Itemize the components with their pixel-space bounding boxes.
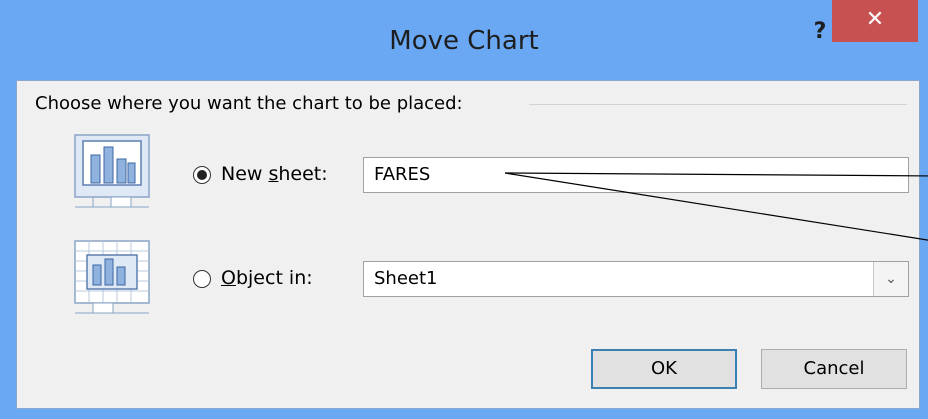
label-text: heet: — [278, 163, 328, 185]
new-sheet-label[interactable]: New sheet: — [221, 163, 328, 185]
object-in-sheet-select[interactable]: Sheet1 ⌄ — [363, 261, 909, 297]
ok-button[interactable]: OK — [591, 349, 737, 389]
close-icon: ✕ — [865, 7, 885, 32]
accelerator-key: s — [268, 163, 279, 185]
object-in-label[interactable]: Object in: — [221, 267, 313, 289]
accelerator-key: O — [221, 267, 236, 289]
help-button[interactable]: ? — [808, 18, 832, 46]
placement-prompt: Choose where you want the chart to be pl… — [35, 93, 463, 114]
move-chart-dialog: Move Chart ? ✕ Choose where you want the… — [0, 0, 928, 419]
new-sheet-name-input[interactable]: FARES — [363, 157, 909, 193]
chevron-down-icon[interactable]: ⌄ — [873, 262, 908, 296]
group-divider — [529, 104, 907, 105]
title-bar[interactable]: Move Chart ? ✕ — [0, 0, 928, 80]
radio-selected-dot — [197, 170, 207, 180]
new-sheet-radio[interactable] — [193, 166, 211, 184]
label-text: bject in: — [235, 267, 313, 289]
object-in-radio[interactable] — [193, 270, 211, 288]
dialog-title: Move Chart — [389, 26, 539, 56]
object-in-chart-icon — [74, 240, 150, 314]
cancel-button[interactable]: Cancel — [761, 349, 907, 389]
selected-sheet-value: Sheet1 — [374, 268, 438, 289]
close-button[interactable]: ✕ — [832, 0, 918, 42]
new-sheet-chart-icon — [74, 134, 150, 208]
dialog-body: Choose where you want the chart to be pl… — [16, 80, 920, 409]
label-text: New — [221, 163, 269, 185]
